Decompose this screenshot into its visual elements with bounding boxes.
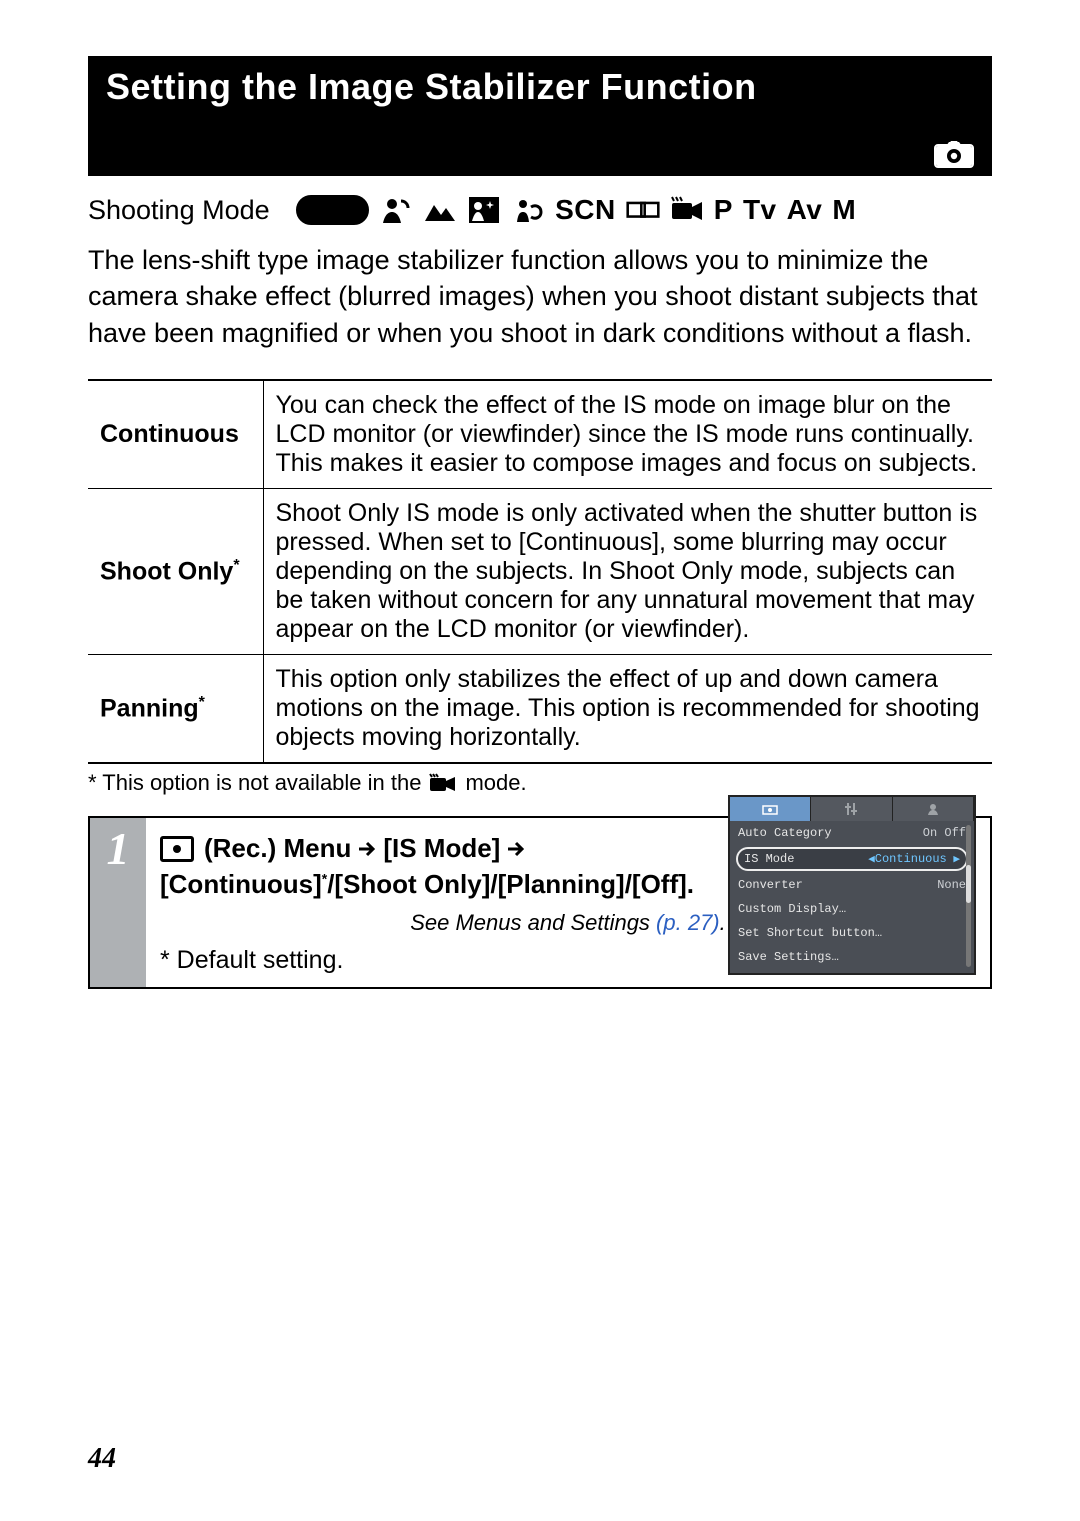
step-body: (Rec.) Menu [IS Mode] [Continuous]*/[Sho… (146, 818, 990, 987)
lcd-row: Auto CategoryOn Off (730, 821, 974, 845)
lcd-tab-setup (811, 797, 892, 821)
shooting-mode-icons: AUTO SCN P Tv Av M (296, 194, 992, 226)
see-prefix: See Menus and Settings (410, 910, 656, 935)
is-mode-table: Continuous You can check the effect of t… (88, 379, 992, 764)
lcd-row: Save Settings… (730, 945, 974, 969)
movie-mode-icon (670, 195, 704, 225)
is-mode-label: [IS Mode] (383, 832, 500, 866)
mode-label-shoot-only: Shoot Only* (88, 489, 263, 655)
stitch-assist-mode-icon (626, 195, 660, 225)
mode-label-panning: Panning* (88, 655, 263, 764)
auto-mode-icon: AUTO (296, 195, 369, 225)
footnote-prefix: * This option is not available in the (88, 770, 421, 796)
step-number: 1 (90, 818, 146, 987)
kids-pets-mode-icon (511, 195, 545, 225)
portrait-mode-icon (379, 195, 413, 225)
table-row: Shoot Only* Shoot Only IS mode is only a… (88, 489, 992, 655)
lcd-row: Custom Display… (730, 897, 974, 921)
shooting-mode-row: Shooting Mode AUTO SCN P Tv Av M (88, 194, 992, 226)
mode-desc-shoot-only: Shoot Only IS mode is only activated whe… (263, 489, 992, 655)
av-mode-icon: Av (787, 194, 823, 226)
mode-desc-continuous: You can check the effect of the IS mode … (263, 380, 992, 489)
landscape-mode-icon (423, 195, 457, 225)
night-snapshot-mode-icon (467, 195, 501, 225)
lcd-scrollbar (966, 825, 971, 967)
m-mode-icon: M (832, 194, 856, 226)
lcd-tab-rec (730, 797, 811, 821)
page-number: 44 (88, 1443, 116, 1475)
movie-mode-icon (429, 773, 457, 793)
intro-paragraph: The lens-shift type image stabilizer fun… (88, 242, 992, 351)
tv-mode-icon: Tv (743, 194, 777, 226)
section-header: Setting the Image Stabilizer Function (88, 56, 992, 176)
mode-label-continuous: Continuous (88, 380, 263, 489)
arrow-right-icon (357, 839, 377, 859)
lcd-row-highlighted: IS Mode◀Continuous ▶ (736, 847, 968, 871)
manual-page: Setting the Image Stabilizer Function Sh… (0, 0, 1080, 1521)
arrow-right-icon (506, 839, 526, 859)
lcd-screenshot: Auto CategoryOn Off IS Mode◀Continuous ▶… (728, 795, 976, 975)
table-row: Continuous You can check the effect of t… (88, 380, 992, 489)
table-footnote: * This option is not available in the mo… (88, 770, 992, 796)
rec-menu-label: (Rec.) Menu (204, 832, 351, 866)
lcd-tabs (730, 797, 974, 821)
see-suffix: . (720, 910, 726, 935)
camera-mode-icon (934, 138, 974, 168)
mode-desc-panning: This option only stabilizes the effect o… (263, 655, 992, 764)
scn-mode-icon: SCN (555, 194, 616, 226)
lcd-tab-mycamera (893, 797, 974, 821)
p-mode-icon: P (714, 194, 733, 226)
shooting-mode-label: Shooting Mode (88, 195, 270, 226)
footnote-suffix: mode. (465, 770, 526, 796)
step-box: 1 (Rec.) Menu [IS Mode] [Continuous]*/[S… (88, 816, 992, 989)
lcd-row: Set Shortcut button… (730, 921, 974, 945)
table-row: Panning* This option only stabilizes the… (88, 655, 992, 764)
section-title: Setting the Image Stabilizer Function (106, 66, 974, 108)
rec-menu-icon (160, 836, 194, 862)
lcd-row: ConverterNone (730, 873, 974, 897)
see-page-ref[interactable]: (p. 27) (656, 910, 720, 935)
